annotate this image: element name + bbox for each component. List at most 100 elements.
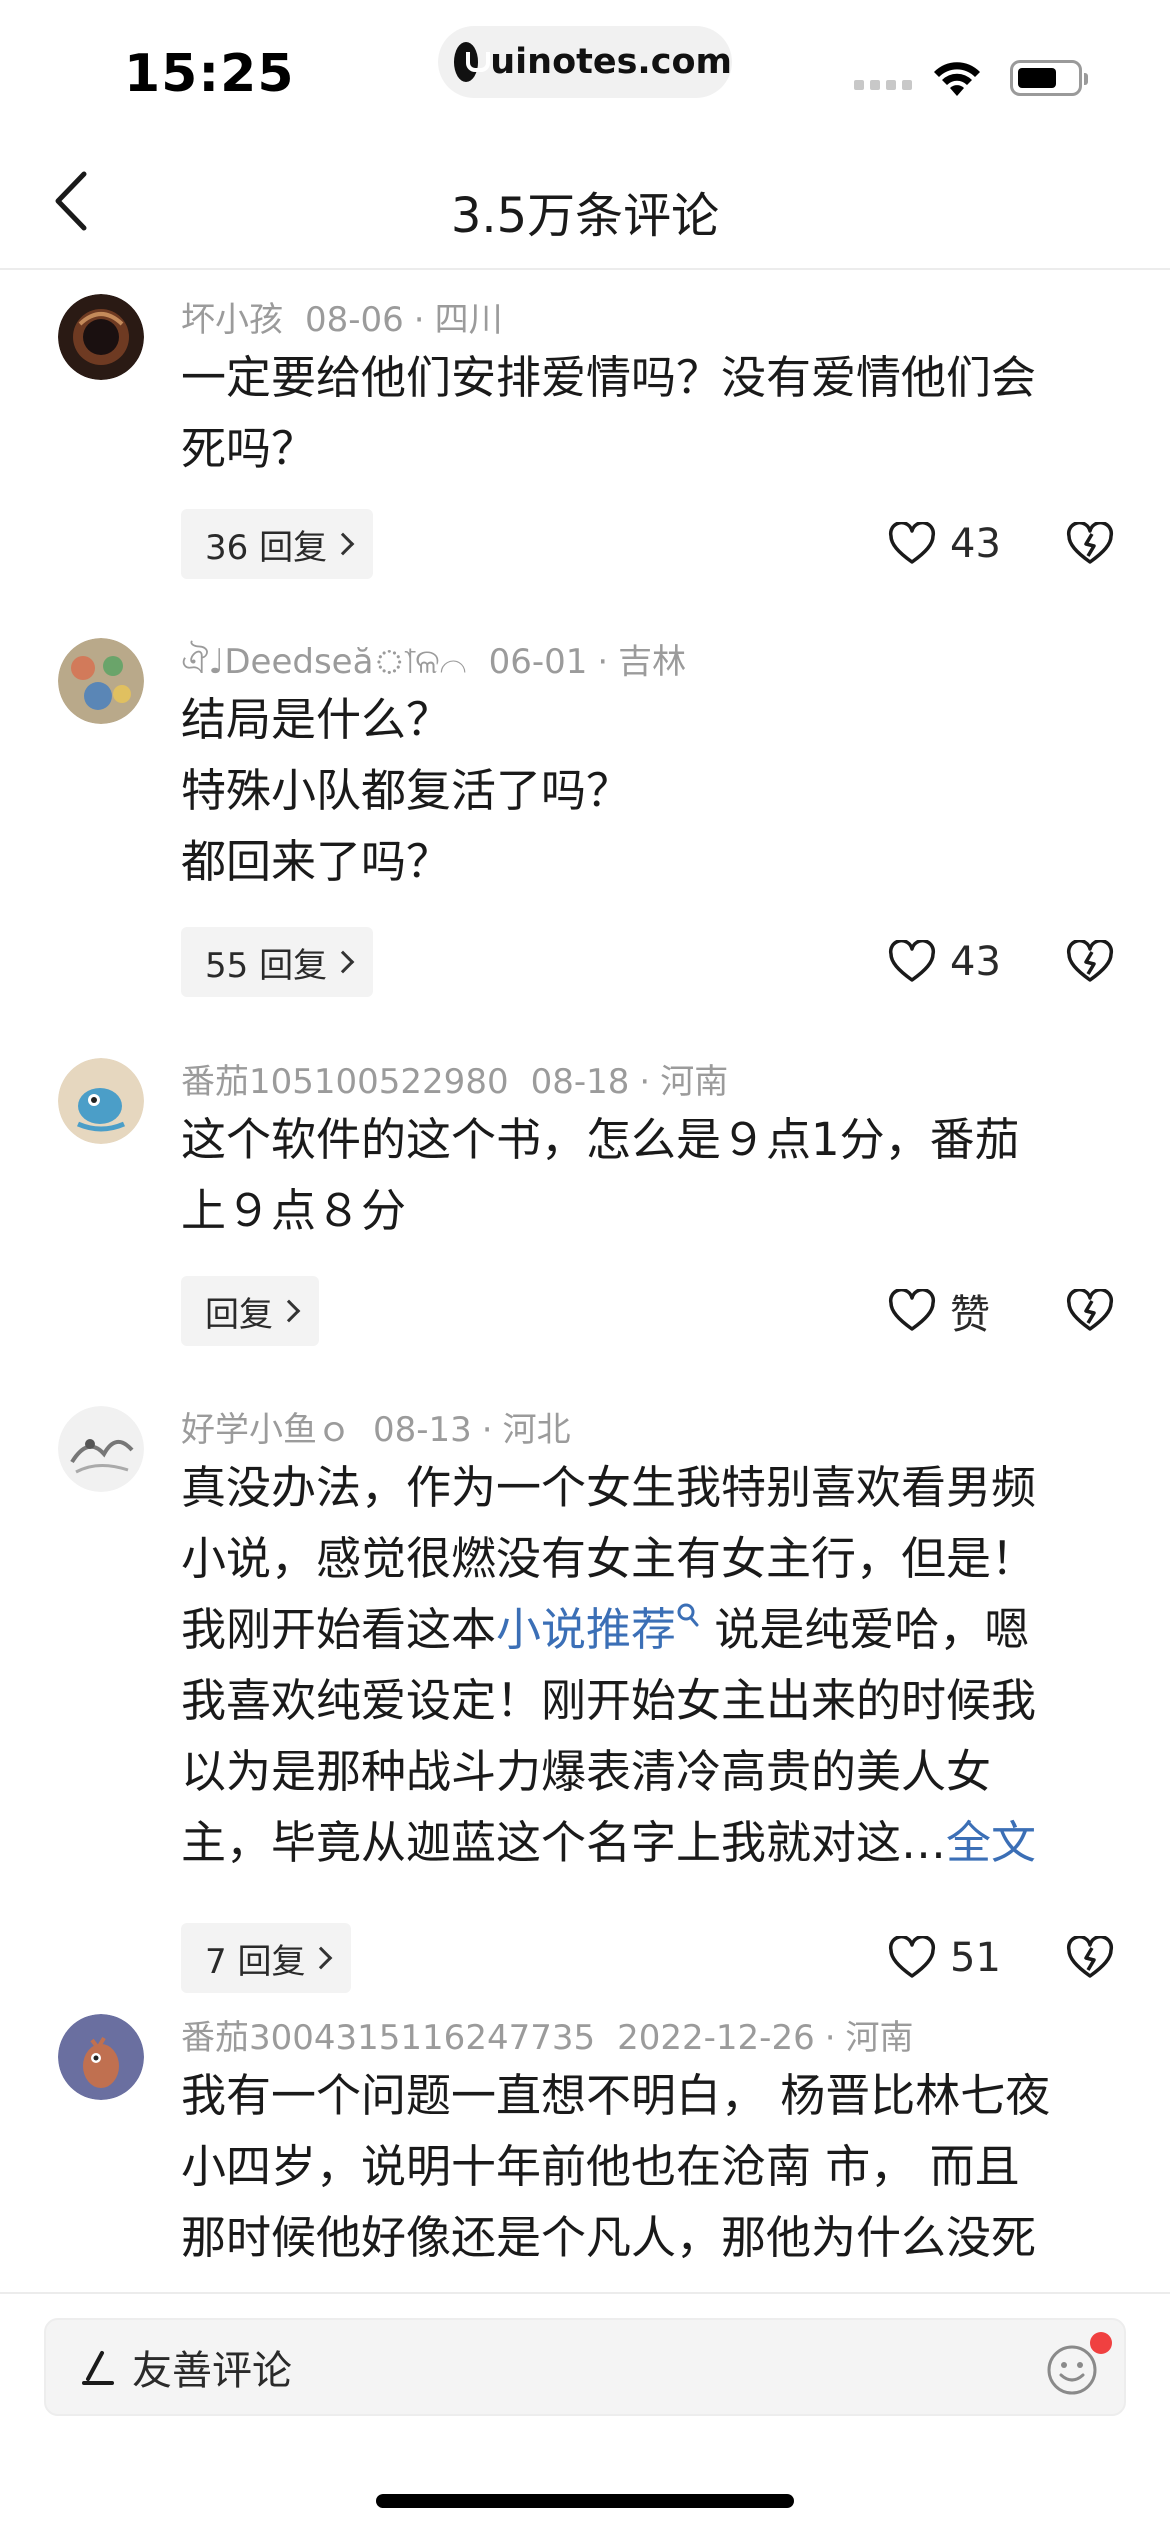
replies-label: 36 回复 [205, 527, 328, 568]
avatar[interactable] [58, 2014, 144, 2100]
expand-full-text-link[interactable]: 全文 [946, 1816, 1036, 1869]
status-time: 15:25 [124, 44, 295, 104]
comment-text[interactable]: 我有一个问题一直想不明白， 杨晋比林七夜 小四岁，说明十年前他也在沧南 市， 而… [181, 2060, 1121, 2273]
comment-text[interactable]: 一定要给他们安排爱情吗？没有爱情他们会 死吗？ [181, 342, 1121, 484]
battery-icon [1010, 60, 1088, 96]
replies-button[interactable]: 55 回复 [181, 927, 374, 997]
like-count: 43 [950, 939, 1001, 985]
chevron-right-icon [277, 1299, 301, 1323]
cellular-signal-icon [854, 80, 912, 90]
pen-icon [82, 2351, 114, 2385]
replies-label: 55 回复 [205, 945, 328, 986]
comment-list[interactable]: 坏小孩 08-06 · 四川 一定要给他们安排爱情吗？没有爱情他们会 死吗？ 36 回… [0, 272, 1170, 2292]
comments-screen: 15:25 uinotes.com 3.5万条评论 坏小孩08-06·四川 [0, 0, 1170, 2532]
dislike-button[interactable] [1066, 1276, 1114, 1346]
comment-meta: 番茄3004315116247735 2022-12-26 · 河南 [181, 2018, 914, 2058]
search-link-label: 小说推荐 [496, 1603, 677, 1656]
like-count: 赞 [950, 1292, 990, 1338]
comment-date: 08-06 [305, 300, 404, 340]
replies-button[interactable]: 7 回复 [181, 1923, 352, 1993]
comment-input-placeholder: 友善评论 [132, 2348, 292, 2394]
comment-line: 以为是那种战斗力爆表清冷高贵的美人女 [181, 1745, 992, 1798]
home-indicator[interactable] [376, 2494, 794, 2508]
heart-icon [888, 940, 936, 982]
comment-text-fragment: 主，毕竟从迦蓝这个名字上我就对这… [181, 1816, 947, 1869]
comment-date: 2022-12-26 [617, 2018, 815, 2058]
avatar[interactable] [58, 638, 144, 724]
dislike-button[interactable] [1066, 927, 1114, 997]
broken-heart-icon [1066, 1936, 1114, 1978]
comment-location: 吉林 [618, 642, 687, 682]
chevron-right-icon [310, 1946, 333, 1970]
comment-text[interactable]: 真没办法，作为一个女生我特别喜欢看男频 小说，感觉很燃没有女主有女主行，但是！ … [181, 1452, 1121, 1878]
emoji-icon[interactable] [1046, 2344, 1098, 2396]
url-text: uinotes.com [490, 42, 732, 82]
comment-text[interactable]: 这个软件的这个书，怎么是９点1分，番茄 上９点８分 [181, 1104, 1121, 1246]
comment-text-fragment: 我刚开始看这本 [181, 1603, 497, 1656]
like-count: 43 [950, 521, 1001, 567]
replies-label: 7 回复 [205, 1941, 306, 1982]
username[interactable]: 坏小孩 [181, 300, 283, 340]
comment-line: 都回来了吗？ [181, 835, 452, 888]
avatar[interactable] [58, 1406, 144, 1492]
comment-line: 死吗？ [181, 422, 317, 475]
status-bar: 15:25 uinotes.com [0, 0, 1170, 130]
comment-text[interactable]: 结局是什么？ 特殊小队都复活了吗？ 都回来了吗？ [181, 684, 1121, 897]
comment-meta: 番茄105100522980 08-18 · 河南 [181, 1062, 729, 1102]
comment-line: 上９点８分 [181, 1184, 407, 1237]
username[interactable]: 番茄3004315116247735 [181, 2018, 595, 2058]
broken-heart-icon [1066, 522, 1114, 564]
broken-heart-icon [1066, 1289, 1114, 1331]
comment-location: 河南 [845, 2018, 914, 2058]
replies-label: 回复 [205, 1294, 273, 1335]
like-button[interactable]: 51 [888, 1923, 1001, 1993]
comment-line: 这个软件的这个书，怎么是９点1分，番茄 [181, 1113, 1020, 1166]
chevron-right-icon [331, 950, 355, 974]
comment-line: 主，毕竟从迦蓝这个名字上我就对这…全文 [181, 1807, 1121, 1878]
username[interactable]: 好学小鱼ｏ [181, 1410, 351, 1450]
dislike-button[interactable] [1066, 1923, 1114, 1993]
comment-line: 真没办法，作为一个女生我特别喜欢看男频 [181, 1461, 1037, 1514]
url-pill[interactable]: uinotes.com [438, 26, 732, 98]
comment-date: 06-01 [488, 642, 588, 682]
comment-line: 我喜欢纯爱设定！刚开始女主出来的时候我 [181, 1674, 1037, 1727]
comment-location: 河北 [502, 1410, 571, 1450]
comment-line: 结局是什么？ [181, 693, 452, 746]
comment-line: 我有一个问题一直想不明白， 杨晋比林七夜 [181, 2069, 1051, 2122]
comment-date: 08-18 [530, 1062, 630, 1102]
reply-button[interactable]: 回复 [181, 1276, 319, 1346]
dislike-button[interactable] [1066, 509, 1114, 579]
comment-location: 河南 [660, 1062, 729, 1102]
username[interactable]: 番茄105100522980 [181, 1062, 509, 1102]
like-button[interactable]: 赞 [888, 1276, 990, 1346]
comment-text-fragment: 说是纯爱哈，嗯 [700, 1603, 1030, 1656]
site-logo-icon [454, 42, 491, 82]
comment-line: 小说，感觉很燃没有女主有女主行，但是！ [181, 1532, 1037, 1585]
avatar[interactable] [58, 1058, 144, 1144]
comment-line: 一定要给他们安排爱情吗？没有爱情他们会 [181, 351, 1037, 404]
heart-icon [888, 1936, 936, 1978]
comment-date: 08-13 [373, 1410, 472, 1450]
comment-location: 四川 [434, 300, 503, 340]
notification-dot [1090, 2332, 1112, 2354]
comment-meta: 好学小鱼ｏ 08-13 · 河北 [181, 1410, 571, 1450]
like-button[interactable]: 43 [888, 927, 1001, 997]
nav-bar: 3.5万条评论 [0, 130, 1170, 270]
bottom-bar: 友善评论 [0, 2292, 1170, 2532]
comment-line: 我刚开始看这本小说推荐 说是纯爱哈，嗯 [181, 1594, 1121, 1665]
comment-line: 特殊小队都复活了吗？ [181, 764, 632, 817]
heart-icon [888, 1289, 936, 1331]
username[interactable]: ঐ♩Deedseăাଳ⌒ [181, 642, 467, 682]
like-count: 51 [950, 1935, 1001, 1981]
wifi-icon [934, 62, 980, 96]
search-link[interactable]: 小说推荐 [496, 1603, 700, 1656]
like-button[interactable]: 43 [888, 509, 1001, 579]
avatar[interactable] [58, 294, 144, 380]
broken-heart-icon [1066, 940, 1114, 982]
comment-line: 小四岁，说明十年前他也在沧南 市， 而且 [181, 2140, 1020, 2193]
page-title: 3.5万条评论 [450, 188, 720, 244]
comment-input[interactable]: 友善评论 [44, 2318, 1126, 2416]
chevron-right-icon [331, 532, 355, 556]
comment-line: 那时候他好像还是个凡人，那他为什么没死 [181, 2211, 1037, 2264]
replies-button[interactable]: 36 回复 [181, 509, 374, 579]
